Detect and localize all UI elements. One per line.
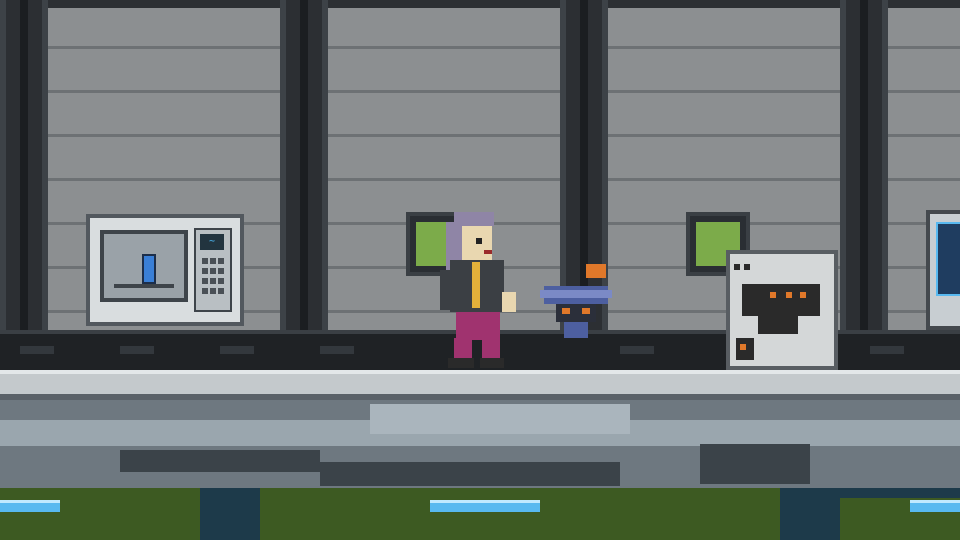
terminal-keypad[interactable]: ~ xyxy=(194,228,232,312)
key-button[interactable] xyxy=(210,278,216,284)
thruster-glow xyxy=(0,500,60,512)
storage-locker[interactable] xyxy=(726,250,838,370)
wall-pillar xyxy=(280,0,328,340)
locker-emblem-icon xyxy=(734,264,820,360)
wall-monitor[interactable] xyxy=(926,210,960,330)
hull-vent xyxy=(120,450,320,472)
pet-antenna xyxy=(586,264,606,278)
eye xyxy=(476,238,482,244)
ship-hull xyxy=(0,400,960,490)
key-button[interactable] xyxy=(202,288,208,294)
terminal-screen xyxy=(100,230,188,302)
wall-seam xyxy=(0,134,960,137)
robot-pet[interactable] xyxy=(536,262,616,342)
hand-right xyxy=(502,292,516,312)
leg-left xyxy=(454,338,472,360)
key-button[interactable] xyxy=(218,288,224,294)
ceiling-strip xyxy=(0,0,960,8)
wall-seam xyxy=(0,46,960,49)
key-button[interactable] xyxy=(202,258,208,264)
wall-pillar xyxy=(0,0,48,340)
rail-slot xyxy=(20,346,54,354)
rail-slot xyxy=(620,346,654,354)
monitor-screen xyxy=(936,222,960,296)
pet-eye xyxy=(562,308,570,314)
jacket-zip xyxy=(472,262,480,308)
pet-rim xyxy=(540,290,612,298)
land-patch xyxy=(260,488,780,540)
land-patch xyxy=(0,488,200,540)
key-button[interactable] xyxy=(202,268,208,274)
arm-left xyxy=(440,270,452,310)
wall-seam xyxy=(0,90,960,93)
pet-eye xyxy=(582,308,590,314)
hull-vent xyxy=(320,462,620,486)
key-button[interactable] xyxy=(210,268,216,274)
player-character[interactable] xyxy=(432,212,522,370)
rail-slot xyxy=(220,346,254,354)
key-button[interactable] xyxy=(218,278,224,284)
floor-platform xyxy=(0,370,960,400)
pet-base xyxy=(564,322,588,338)
rail-slot xyxy=(320,346,354,354)
rail-slot xyxy=(120,346,154,354)
pants xyxy=(456,312,500,340)
rail-slot xyxy=(870,346,904,354)
key-button[interactable] xyxy=(210,288,216,294)
wall-pillar xyxy=(840,0,888,340)
hull-engine xyxy=(700,444,810,484)
hull-panel xyxy=(370,404,630,434)
thruster-glow xyxy=(910,500,960,512)
mouth xyxy=(484,250,492,254)
screen-smile-line xyxy=(114,284,174,288)
keypad-display: ~ xyxy=(200,234,224,250)
bottle-icon xyxy=(142,254,156,284)
boot-right xyxy=(480,358,504,368)
key-button[interactable] xyxy=(210,258,216,264)
leg-right xyxy=(482,338,500,360)
key-button[interactable] xyxy=(202,278,208,284)
boot-left xyxy=(448,358,474,368)
computer-terminal[interactable]: ~ xyxy=(86,214,244,326)
thruster-glow xyxy=(430,500,540,512)
game-scene: ~ xyxy=(0,0,960,540)
planet-surface xyxy=(0,488,960,540)
key-button[interactable] xyxy=(218,268,224,274)
key-button[interactable] xyxy=(218,258,224,264)
wall-seam xyxy=(0,178,960,181)
